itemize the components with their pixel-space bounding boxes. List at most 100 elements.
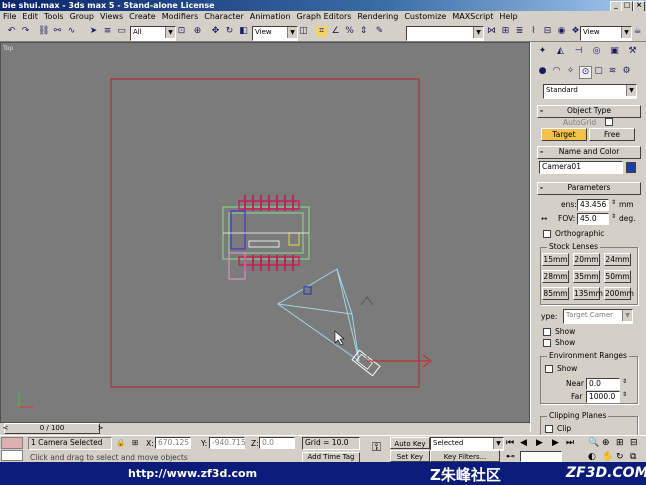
maxscript-listener-swatch[interactable] [1, 437, 23, 449]
go-to-start-icon[interactable]: ⏮ [506, 438, 514, 448]
undo-icon[interactable]: ↶ [6, 26, 17, 37]
curve-editor-icon[interactable]: ⌇ [528, 26, 539, 37]
zoom-extents-all-icon[interactable]: ⊟ [630, 438, 638, 448]
name-color-rollout[interactable]: - Name and Color [537, 146, 641, 159]
clip-checkbox[interactable] [545, 425, 553, 433]
quick-render-icon[interactable]: ☕ [632, 26, 643, 37]
spinner-icon[interactable]: ⇕ [611, 213, 616, 220]
snap-toggle-icon[interactable]: ⌗ [316, 26, 327, 37]
time-slider[interactable]: 0 / 100 [4, 423, 100, 434]
systems-icon[interactable]: ⚙ [621, 66, 632, 77]
go-to-end-icon[interactable]: ⏭ [566, 438, 574, 448]
lens-20mm-button[interactable]: 20mm [573, 253, 600, 266]
pivot-center-icon[interactable]: ◫ [298, 26, 309, 37]
env-show-checkbox[interactable] [545, 365, 553, 373]
next-frame-icon[interactable]: ▶ [552, 438, 559, 448]
select-rotate-icon[interactable]: ↻ [224, 26, 235, 37]
lens-35mm-button[interactable]: 35mm [573, 270, 600, 283]
selection-filter-combo[interactable]: All ▼ [130, 26, 176, 41]
menu-maxscript[interactable]: MAXScript [449, 11, 496, 23]
motion-tab-icon[interactable]: ◎ [591, 46, 602, 57]
play-icon[interactable]: ▶ [536, 438, 543, 448]
category-combo[interactable]: Standard ▼ [543, 84, 637, 99]
utilities-tab-icon[interactable]: ⚒ [627, 46, 638, 57]
viewport-label[interactable]: Top [3, 45, 13, 52]
geometry-icon[interactable]: ● [537, 66, 548, 77]
lens-field[interactable]: 43.456 [577, 199, 609, 211]
fov-field[interactable]: 45.0 [577, 213, 609, 225]
spinner-snap-icon[interactable]: ⇕ [358, 26, 369, 37]
camera-type-combo[interactable]: Target Camer ▼ [563, 309, 633, 324]
show-horizon-checkbox[interactable] [543, 339, 551, 347]
zoom-icon[interactable]: 🔍 [588, 438, 599, 448]
select-scale-icon[interactable]: ◧ [238, 26, 249, 37]
render-view-combo[interactable]: View ▼ [580, 26, 632, 41]
angle-snap-icon[interactable]: ∠ [330, 26, 341, 37]
zoom-all-icon[interactable]: ⊕ [602, 438, 610, 448]
material-editor-icon[interactable]: ◉ [556, 26, 567, 37]
menu-create[interactable]: Create [126, 11, 159, 23]
current-frame-field[interactable] [520, 451, 562, 462]
shapes-icon[interactable]: ◠ [551, 66, 562, 77]
menu-help[interactable]: Help [496, 11, 520, 23]
slider-left-arrow-icon[interactable]: < [1, 424, 10, 433]
key-selection-combo[interactable]: Selected ▼ [430, 437, 504, 451]
unlink-icon[interactable]: ⚯ [52, 26, 63, 37]
menu-group[interactable]: Group [67, 11, 97, 23]
menu-character[interactable]: Character [201, 11, 247, 23]
z-coord-field[interactable]: 0.0 [259, 437, 295, 449]
slider-right-arrow-icon[interactable]: > [96, 424, 105, 433]
lens-24mm-button[interactable]: 24mm [604, 253, 631, 266]
menu-views[interactable]: Views [97, 11, 126, 23]
spinner-icon[interactable]: ⇕ [622, 378, 627, 385]
top-viewport[interactable] [0, 42, 530, 423]
auto-key-button[interactable]: Auto Key [390, 437, 430, 449]
maximize-viewport-icon[interactable]: ⧉ [630, 452, 636, 462]
select-and-link-icon[interactable]: ⛓ [38, 26, 49, 37]
set-key-icon[interactable]: ⚿ [372, 440, 381, 455]
previous-frame-icon[interactable]: ◀ [520, 438, 527, 448]
autogrid-checkbox[interactable] [605, 118, 613, 126]
redo-icon[interactable]: ↷ [20, 26, 31, 37]
lens-200mm-button[interactable]: 200mm [604, 287, 634, 300]
window-crossing-icon[interactable]: ⊡ [176, 26, 187, 37]
field-of-view-icon[interactable]: ◐ [588, 452, 596, 462]
menu-edit[interactable]: Edit [19, 11, 41, 23]
ref-coord-combo[interactable]: View ▼ [252, 26, 298, 41]
key-filters-button[interactable]: Key Filters... [430, 450, 500, 462]
object-color-swatch[interactable] [626, 162, 636, 173]
schematic-view-icon[interactable]: ⊟ [542, 26, 553, 37]
select-by-name-icon[interactable]: ≡ [102, 26, 113, 37]
maxscript-mini-listener[interactable] [1, 450, 23, 461]
create-tab-icon[interactable]: ✦ [537, 46, 548, 57]
modify-tab-icon[interactable]: ◭ [555, 46, 566, 57]
parameters-rollout[interactable]: - Parameters [537, 182, 641, 195]
layer-manager-icon[interactable]: ≣ [514, 26, 525, 37]
pan-icon[interactable]: ✋ [602, 452, 613, 462]
key-mode-icon[interactable]: ⊷ [506, 452, 515, 462]
named-selection-icon[interactable]: ✎ [374, 26, 385, 37]
rect-selection-icon[interactable]: ▭ [116, 26, 127, 37]
spinner-icon[interactable]: ⇕ [611, 199, 616, 206]
select-object-icon[interactable]: ➤ [88, 26, 99, 37]
lens-28mm-button[interactable]: 28mm [542, 270, 569, 283]
align-icon[interactable]: ⊞ [500, 26, 511, 37]
select-move-icon[interactable]: ✥ [210, 26, 221, 37]
bind-space-warp-icon[interactable]: ∿ [66, 26, 77, 37]
menu-modifiers[interactable]: Modifiers [159, 11, 202, 23]
far-field[interactable]: 1000.0 [586, 391, 620, 403]
show-cone-checkbox[interactable] [543, 328, 551, 336]
menu-animation[interactable]: Animation [247, 11, 294, 23]
helpers-icon[interactable]: ▢ [593, 66, 604, 77]
lights-icon[interactable]: ✧ [565, 66, 576, 77]
lens-15mm-button[interactable]: 15mm [542, 253, 569, 266]
spacewarps-icon[interactable]: ≋ [607, 66, 618, 77]
lens-135mm-button[interactable]: 135mm [573, 287, 603, 300]
spinner-icon[interactable]: ⇕ [622, 391, 627, 398]
absolute-mode-icon[interactable]: ⊞ [132, 438, 138, 447]
free-button[interactable]: Free [589, 128, 635, 141]
select-manipulate-icon[interactable]: ⊕ [192, 26, 203, 37]
menu-file[interactable]: File [0, 11, 19, 23]
mirror-icon[interactable]: ⋈ [486, 26, 497, 37]
menu-graph-editors[interactable]: Graph Editors [294, 11, 355, 23]
